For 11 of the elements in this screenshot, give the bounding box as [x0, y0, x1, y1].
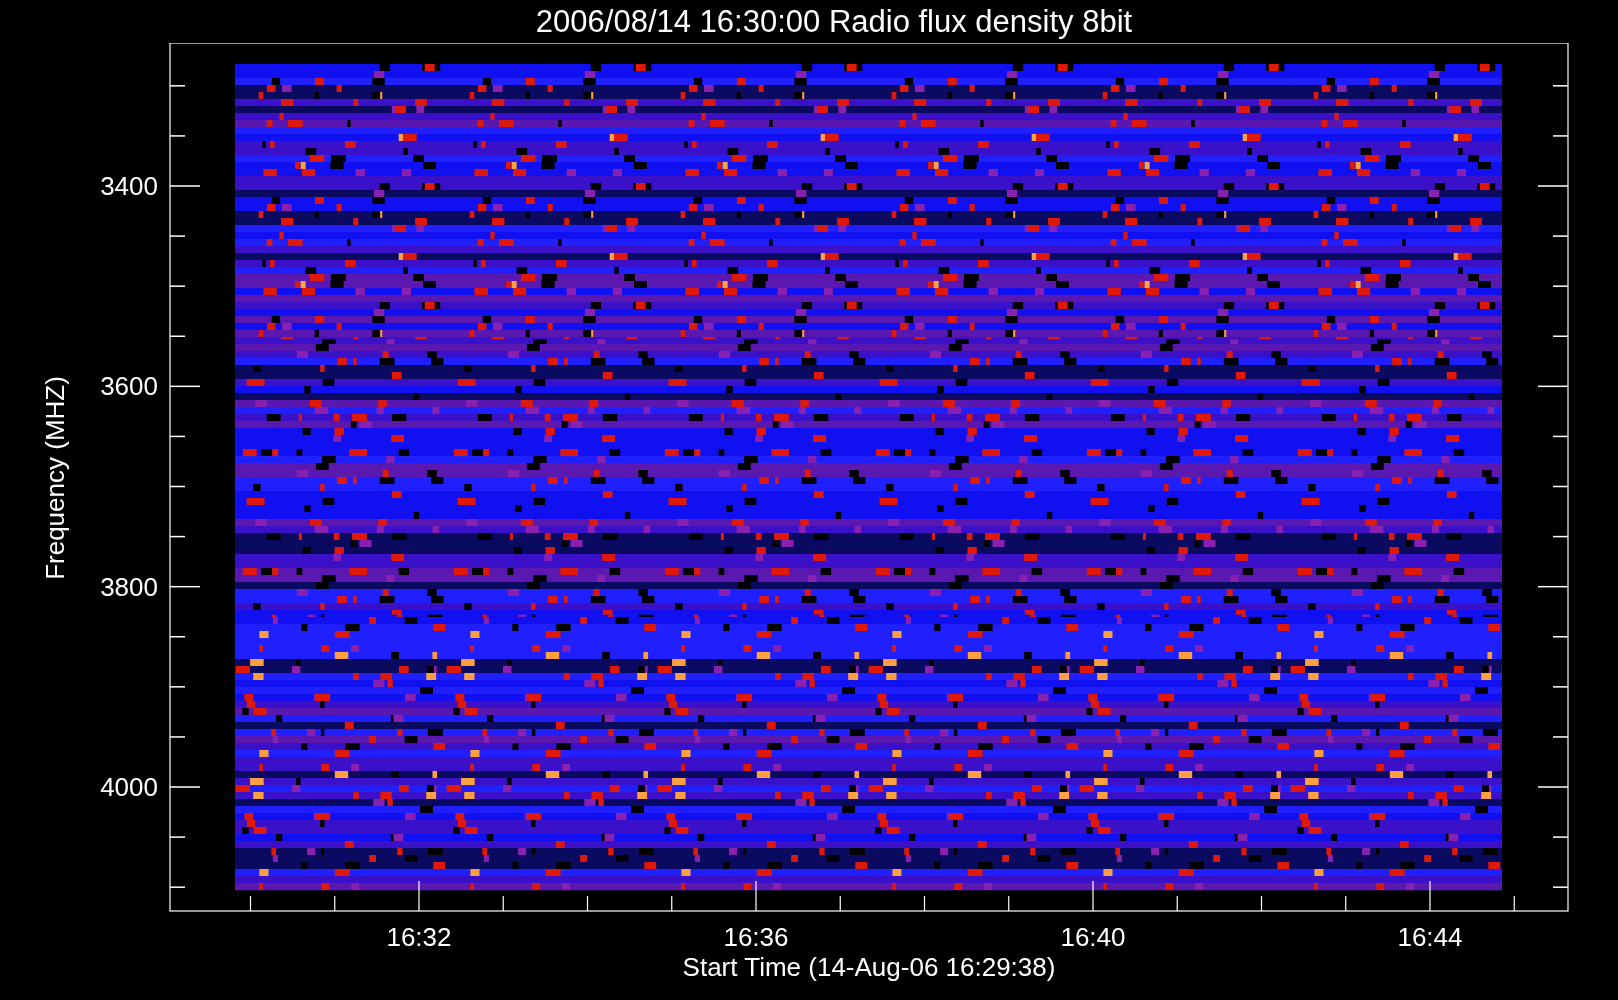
y-tick-label: 3600: [100, 371, 158, 402]
x-tick-label: 16:36: [723, 922, 789, 952]
plot-title: 2006/08/14 16:30:00 Radio flux density 8bit: [535, 3, 1133, 41]
y-tick-label: 3800: [100, 571, 158, 602]
x-tick-label: 16:32: [386, 922, 452, 952]
y-tick-label: 3400: [100, 171, 158, 201]
x-tick-label: 16:44: [1397, 922, 1463, 952]
y-axis-label: Frequency (MHZ): [40, 376, 70, 580]
x-axis-label: Start Time (14-Aug-06 16:29:38): [682, 952, 1056, 982]
x-tick-label: 16:40: [1060, 922, 1126, 952]
y-tick-label: 4000: [100, 771, 158, 802]
